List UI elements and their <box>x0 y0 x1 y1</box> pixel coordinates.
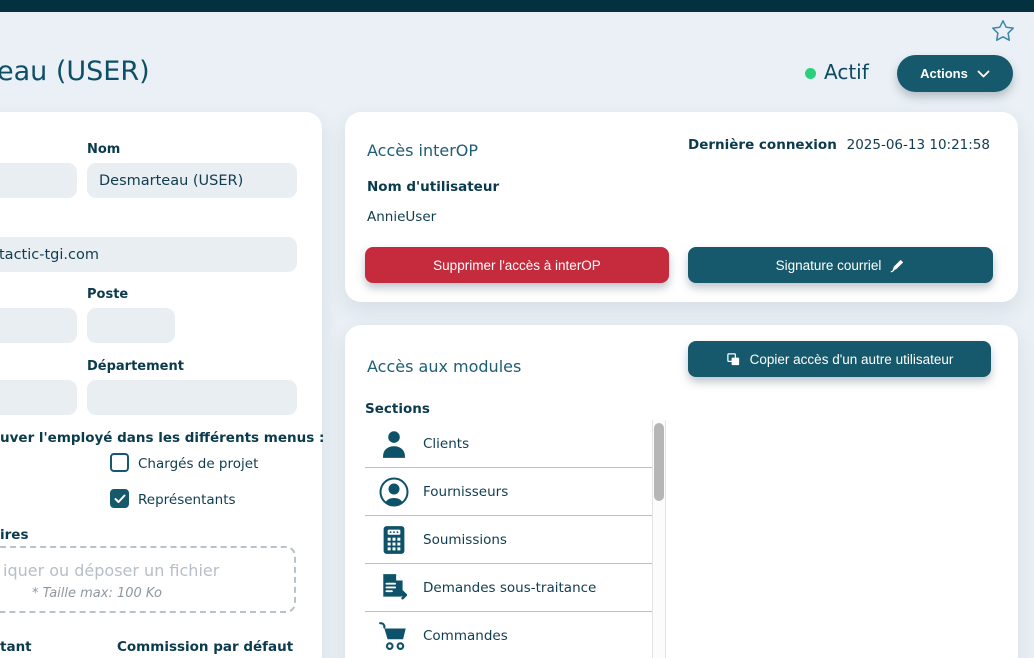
nom-label: Nom <box>87 142 120 157</box>
telephone-field[interactable] <box>0 308 77 343</box>
pen-icon <box>890 258 905 273</box>
charges-de-projet-label: Chargés de projet <box>138 456 258 472</box>
module-row-soumissions[interactable]: Soumissions <box>365 516 652 564</box>
module-row-fournisseurs[interactable]: Fournisseurs <box>365 468 652 516</box>
user-detail-page: eau (USER) Actif Actions Nom Poste Dépar… <box>0 0 1034 658</box>
username-value: AnnieUser <box>367 209 436 225</box>
last-connection-value: 2025-06-13 10:21:58 <box>847 137 990 153</box>
favorite-star-icon[interactable] <box>990 18 1016 44</box>
representants-label: Représentants <box>138 492 236 508</box>
sections-label: Sections <box>365 401 430 417</box>
checkmark-icon <box>114 494 126 504</box>
poste-field[interactable] <box>87 308 175 343</box>
module-row-clients[interactable]: Clients <box>365 420 652 468</box>
bottom-left-label: tant <box>0 639 32 655</box>
departement-field[interactable] <box>87 380 297 415</box>
module-row-demandes-sous-traitance[interactable]: Demandes sous-traitance <box>365 564 652 612</box>
chevron-down-icon <box>977 70 990 78</box>
dropzone-hint: * Taille max: 100 Ko <box>32 586 162 601</box>
module-label: Clients <box>423 436 469 452</box>
actions-button[interactable]: Actions <box>897 55 1013 92</box>
page-title: eau (USER) <box>0 56 150 87</box>
commission-label: Commission par défaut <box>117 639 293 655</box>
status-badge: Actif <box>824 60 869 84</box>
representants-checkbox[interactable] <box>110 489 129 508</box>
module-label: Commandes <box>423 628 508 644</box>
copy-icon <box>726 352 741 367</box>
top-navigation-bar <box>0 0 1034 12</box>
delete-interop-access-button[interactable]: Supprimer l'accès à interOP <box>365 247 669 283</box>
person-icon <box>377 427 411 461</box>
last-connection-label: Dernière connexion <box>688 137 837 153</box>
document-arrow-icon <box>377 571 411 605</box>
module-row-commandes[interactable]: Commandes <box>365 612 652 658</box>
dropzone-text: iquer ou déposer un fichier <box>3 561 219 580</box>
interop-card-title: Accès interOP <box>367 141 478 160</box>
actions-button-label: Actions <box>920 66 968 81</box>
copy-access-button[interactable]: Copier accès d'un autre utilisateur <box>688 341 991 377</box>
file-dropzone[interactable]: iquer ou déposer un fichier * Taille max… <box>0 546 296 613</box>
delete-interop-access-label: Supprimer l'accès à interOP <box>433 258 601 273</box>
charges-de-projet-checkbox[interactable] <box>110 453 129 472</box>
status-dot <box>805 68 816 79</box>
module-label: Fournisseurs <box>423 484 508 500</box>
email-signature-label: Signature courriel <box>776 258 882 273</box>
module-list: Clients Fournisseurs <box>365 420 652 658</box>
email-field[interactable] <box>0 237 297 272</box>
prenom-field[interactable] <box>0 163 77 198</box>
person-circle-icon <box>377 475 411 509</box>
modules-card-title: Accès aux modules <box>367 357 521 376</box>
module-label: Soumissions <box>423 532 507 548</box>
module-label: Demandes sous-traitance <box>423 580 596 596</box>
cellulaire-field[interactable] <box>0 380 77 415</box>
username-label: Nom d'utilisateur <box>367 179 499 195</box>
copy-access-label: Copier accès d'un autre utilisateur <box>750 352 954 367</box>
departement-label: Département <box>87 359 184 374</box>
cart-icon <box>377 619 411 653</box>
files-label: ires <box>0 527 28 543</box>
nom-field[interactable] <box>87 163 297 198</box>
module-list-scrollbar-thumb[interactable] <box>654 423 664 501</box>
email-signature-button[interactable]: Signature courriel <box>688 247 993 283</box>
menus-heading: uver l'employé dans les différents menus… <box>0 430 324 446</box>
poste-label: Poste <box>87 287 128 302</box>
calculator-icon <box>377 523 411 557</box>
